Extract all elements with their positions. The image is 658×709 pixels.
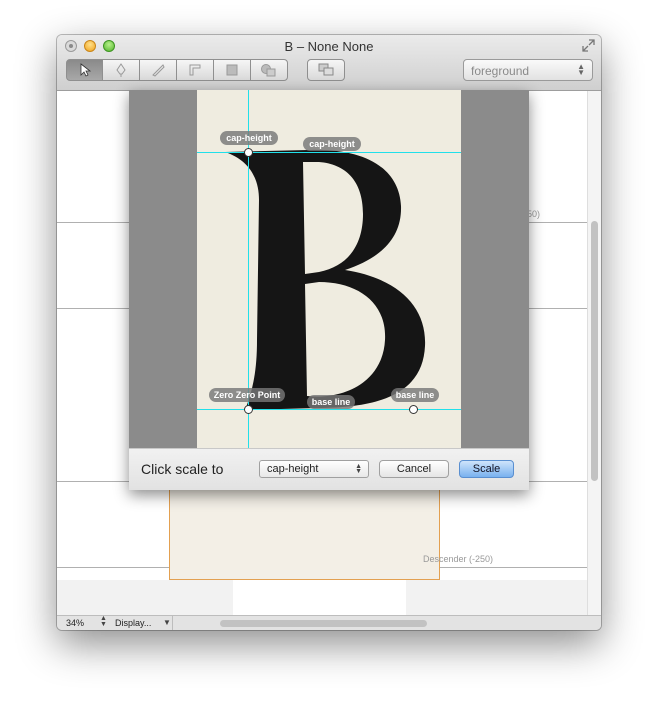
layer-select-value: foreground: [471, 64, 530, 78]
baseline-line-label: base line: [307, 395, 355, 409]
layers-icon: [318, 63, 334, 76]
descender-label: Descender (-250): [423, 554, 494, 564]
knife-tool[interactable]: [139, 59, 177, 81]
scale-button[interactable]: Scale: [459, 460, 514, 478]
horizontal-scroll-thumb[interactable]: [220, 620, 427, 627]
zoom-stepper-icon[interactable]: ▲ ▼: [100, 615, 107, 628]
select-arrows-icon: ▲ ▼: [355, 463, 362, 475]
vertical-scrollbar[interactable]: [587, 91, 601, 615]
ruler-icon: [189, 64, 201, 76]
scale-metric-value: cap-height: [267, 463, 319, 475]
chevron-down-icon[interactable]: ▼: [163, 618, 171, 627]
scale-metric-select[interactable]: cap-height ▲ ▼: [259, 460, 369, 478]
cap-height-handle[interactable]: [244, 148, 253, 157]
cancel-button[interactable]: Cancel: [379, 460, 449, 478]
arrow-icon: [80, 63, 91, 77]
cap-height-handle-label: cap-height: [220, 131, 278, 145]
cap-height-line-label: cap-height: [303, 137, 361, 151]
baseline-handle[interactable]: [409, 405, 418, 414]
pen-icon: [116, 63, 126, 77]
vertical-scroll-thumb[interactable]: [591, 221, 598, 481]
display-menu[interactable]: Display...: [115, 618, 151, 628]
glyph-advance-area: [233, 580, 406, 615]
scale-prompt: Click scale to: [141, 461, 224, 477]
cap-height-guide: [197, 152, 461, 153]
zero-point-handle[interactable]: [244, 405, 253, 414]
ruler-tool[interactable]: [176, 59, 214, 81]
shapes-icon: [261, 64, 276, 77]
baseline-handle-label: base line: [391, 388, 439, 402]
rectangle-icon: [226, 64, 238, 76]
layers-tool[interactable]: [307, 59, 345, 81]
rectangle-tool[interactable]: [213, 59, 251, 81]
knife-icon: [152, 64, 165, 77]
status-bar: 34% ▲ ▼ Display... ▼: [57, 615, 601, 630]
window-title: B – None None: [284, 39, 374, 54]
layer-select[interactable]: foreground ▲ ▼: [463, 59, 593, 81]
zero-point-label: Zero Zero Point: [209, 388, 285, 402]
background-image-preview: cap-height cap-height Zero Zero Point ba…: [129, 90, 529, 448]
select-arrows-icon: ▲ ▼: [577, 62, 585, 77]
zoom-level[interactable]: 34%: [66, 618, 84, 628]
canvas-margin: [57, 580, 233, 615]
shape-tool[interactable]: [250, 59, 288, 81]
pointer-tool[interactable]: [66, 59, 103, 81]
title-bar: B – None None foreground ▲ ▼: [57, 35, 601, 91]
scale-image-sheet: cap-height cap-height Zero Zero Point ba…: [129, 90, 529, 490]
baseline-guide: [197, 409, 461, 410]
divider: [172, 616, 173, 630]
fullscreen-icon[interactable]: [582, 39, 595, 52]
pen-tool[interactable]: [102, 59, 140, 81]
sheet-controls: Click scale to cap-height ▲ ▼ Cancel Scal…: [129, 448, 529, 490]
canvas-margin: [406, 580, 587, 615]
